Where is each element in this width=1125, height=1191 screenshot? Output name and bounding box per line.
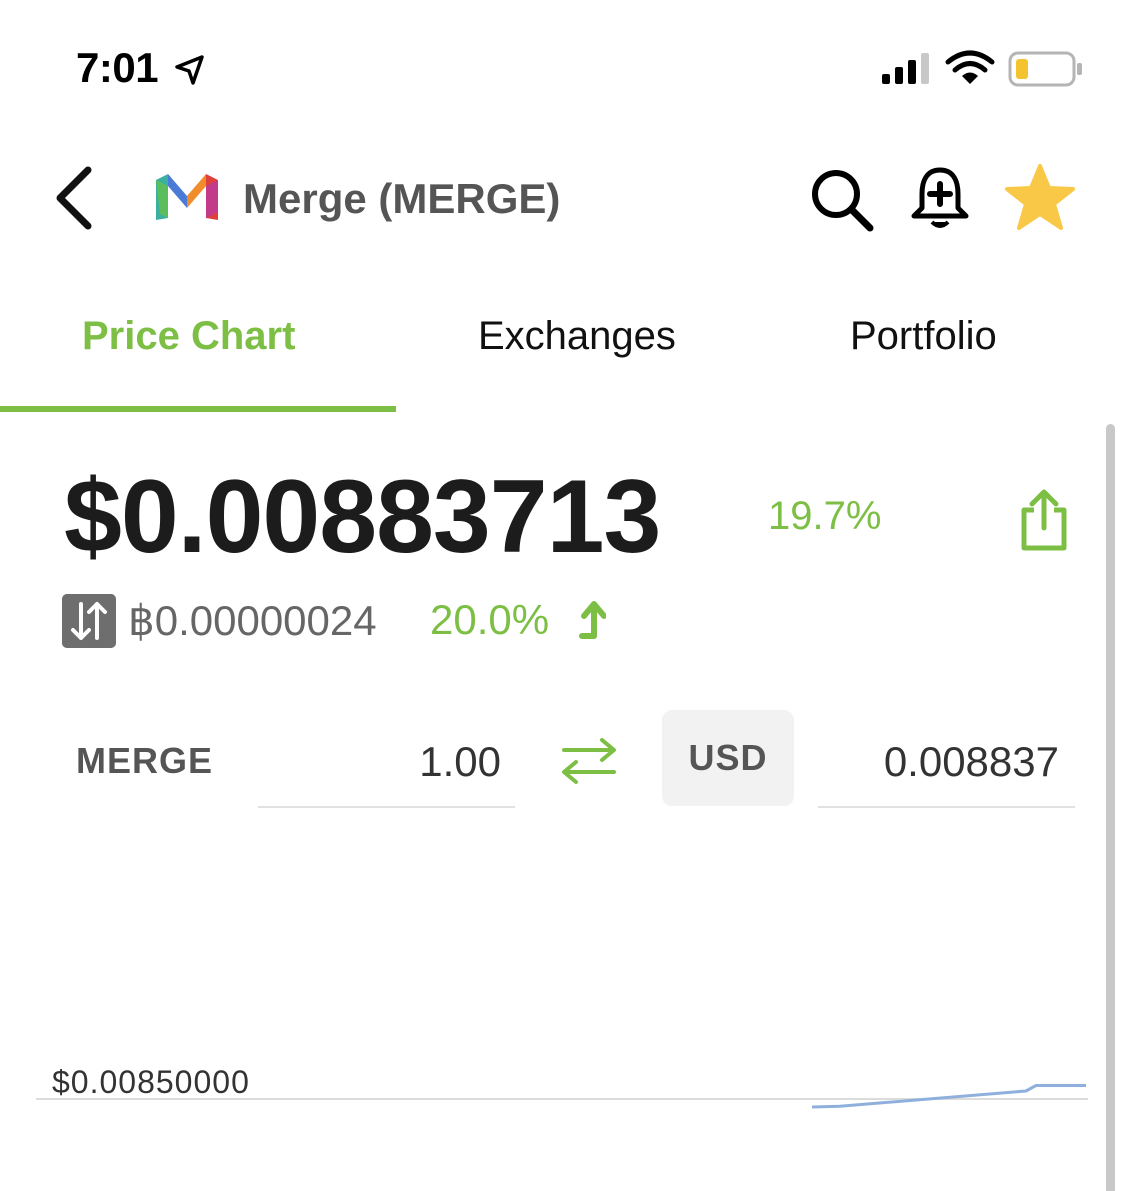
price-usd-change: 19.7% [768,494,882,538]
wifi-icon [945,50,995,84]
converter-from-currency: MERGE [76,740,214,781]
location-arrow-icon [175,55,204,85]
tab-portfolio[interactable]: Portfolio [850,314,997,359]
up-arrow-icon [579,601,606,639]
swap-arrows-icon[interactable] [558,734,620,786]
converter-from-value: 1.00 [419,738,501,785]
merge-logo [156,174,218,220]
scrollbar[interactable] [1106,424,1115,1191]
coin-title: Merge (MERGE) [243,175,561,222]
active-tab-indicator [0,406,396,412]
search-icon[interactable] [808,166,876,234]
chart-y-tick-label: $0.00850000 [52,1064,250,1100]
converter-to-currency-button[interactable]: USD [662,710,794,806]
bell-plus-icon[interactable] [908,164,972,232]
converter-to-input[interactable]: 0.008837 [818,726,1075,808]
chart-series-line [811,1084,1086,1109]
signal-icon [882,53,929,84]
price-btc: ฿0.00000024 [128,597,377,644]
star-icon[interactable] [1004,164,1076,232]
converter-from-input[interactable]: 1.00 [258,726,515,808]
currency-toggle-icon[interactable] [62,594,116,648]
battery-icon [1008,51,1082,87]
price-btc-change: 20.0% [430,596,550,643]
share-icon[interactable] [1018,488,1070,552]
converter-to-value: 0.008837 [883,738,1059,785]
status-time: 7:01 [76,44,159,91]
price-usd: $0.00883713 [64,459,661,575]
tab-price-chart[interactable]: Price Chart [82,314,295,359]
tab-exchanges[interactable]: Exchanges [478,314,676,359]
back-chevron-icon[interactable] [52,166,98,230]
